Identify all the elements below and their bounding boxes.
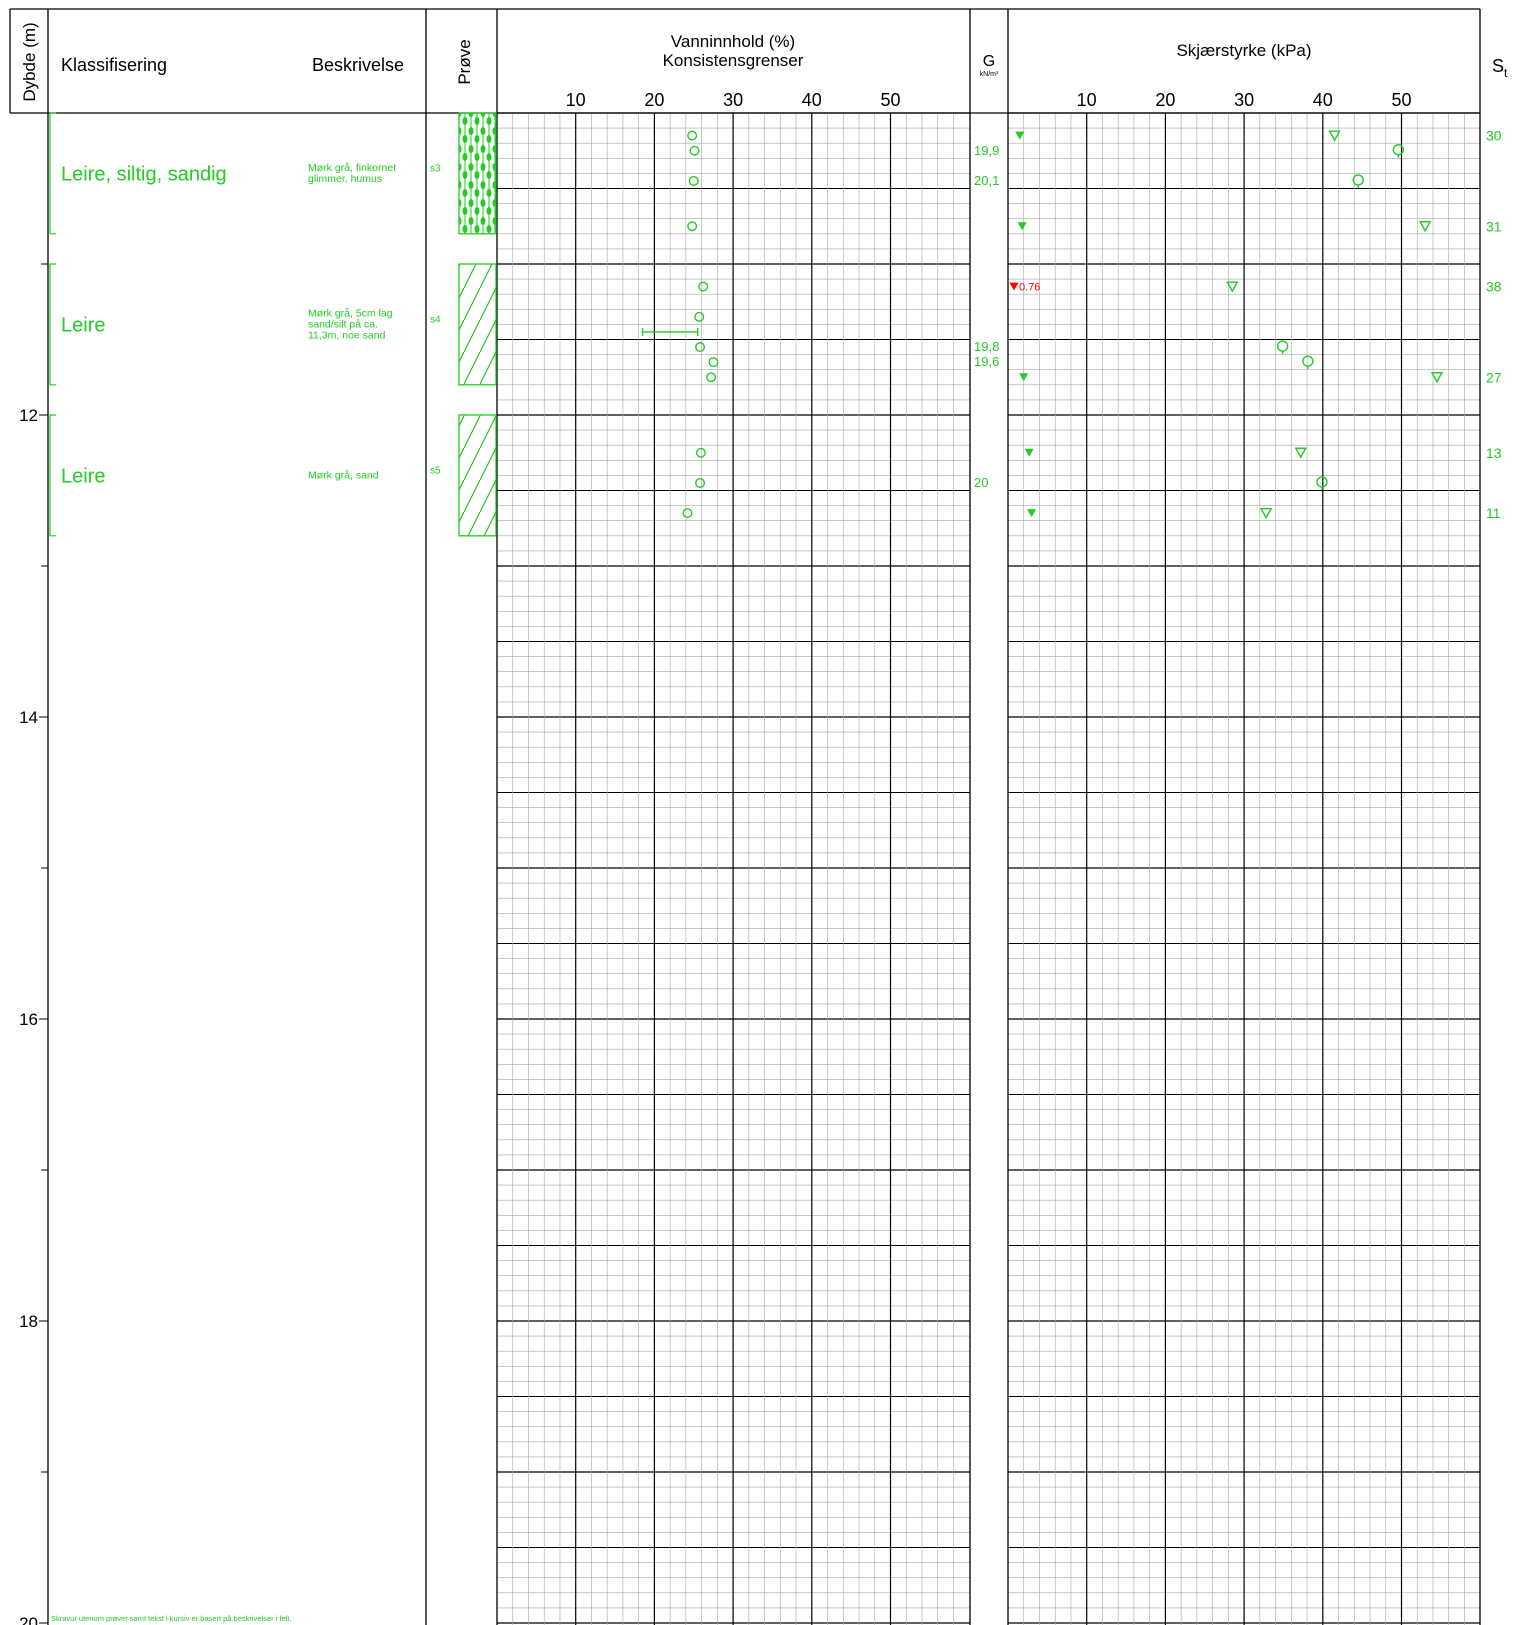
sample-column: s3 s4 s5 [430,112,497,537]
layer-description: 11,3m, noe sand [308,329,386,341]
water-content-point [708,357,719,368]
water-tick-label: 50 [880,90,900,110]
sample-header: Prøve [455,39,474,84]
remolded-shear-label: 0.76 [1019,282,1040,294]
unit-weight-value: 19,8 [974,339,999,354]
unconfined-shear-point [1352,174,1364,186]
unit-weight-value: 19,9 [974,143,999,158]
undisturbed-shear-point [1226,281,1239,293]
sample-label: s3 [430,163,441,174]
unit-weight-value: 20 [974,475,988,490]
unit-weight-symbol: G [983,53,995,70]
sample-box [458,263,497,386]
water-content-point [682,508,693,519]
layer-description: Mørk grå, sand [308,469,379,481]
undisturbed-shear-point [1418,221,1432,233]
shear-strength-title: Skjærstyrke (kPa) [1176,41,1311,60]
water-axis-ticks: 10 20 30 40 50 [566,90,901,110]
shear-axis-ticks: 10 20 30 40 50 [1077,90,1412,110]
sensitivity-value: 27 [1486,369,1502,385]
footnote: Skravur utenom prøver samt tekst i kursi… [51,1614,292,1623]
depth-label: 16 [19,1010,38,1029]
remolded-shear-point [1027,509,1037,518]
unit-weight-value: 19,6 [974,354,999,369]
column-frame [9,8,1481,1625]
unconfined-shear-point [1316,476,1328,488]
layer-name: Leire [61,314,105,336]
water-tick-label: 30 [723,90,743,110]
water-tick-label: 20 [644,90,664,110]
unconfined-shear-point [1302,355,1314,367]
undisturbed-shear-point [1430,372,1444,384]
water-content-point [695,477,706,488]
remolded-shear-point [1019,373,1029,382]
sensitivity-subscript: t [1504,66,1508,80]
water-content-point [698,281,709,292]
water-content-point [689,145,700,156]
water-tick-label: 40 [802,90,822,110]
layer-description: glimmer, humus [308,173,382,185]
sample-box [458,414,497,537]
depth-label: 12 [19,406,38,425]
depth-axis: 12 14 16 18 20 [19,263,48,1625]
soil-layers: Leire, siltig, sandig Mørk grå, finkornet… [49,112,396,537]
shear-tick-label: 40 [1313,90,1333,110]
depth-label: 20 [19,1614,38,1625]
water-content-point [694,311,705,322]
shear-tick-label: 10 [1077,90,1097,110]
water-content-point [695,447,706,458]
sensitivity-letter: S [1492,56,1504,76]
remolded-shear-point [1009,282,1019,291]
depth-header: Dybde (m) [20,22,39,101]
water-tick-label: 10 [566,90,586,110]
geotechnical-log: Dybde (m) Klassifisering Beskrivelse Prø… [9,8,1508,1625]
water-content-point [688,175,699,186]
undisturbed-shear-point [1294,447,1307,459]
water-content-point [687,221,698,232]
sample-box [458,112,497,235]
unit-weight-unit: kN/m³ [980,71,999,78]
sample-label: s4 [430,314,441,325]
shear-strength-grid [1008,112,1480,1625]
classification-header: Klassifisering [61,55,167,75]
shear-tick-label: 30 [1234,90,1254,110]
water-content-point [687,130,698,141]
depth-label: 14 [19,708,38,727]
shear-tick-label: 20 [1155,90,1175,110]
sample-label: s5 [430,465,441,476]
shear-tick-label: 50 [1391,90,1411,110]
sensitivity-value: 11 [1486,505,1501,521]
unit-weight-value: 20,1 [974,173,999,188]
water-content-grid [497,112,970,1625]
layer-name: Leire, siltig, sandig [61,163,227,185]
sensitivity-value: 38 [1486,279,1502,295]
consistency-limits-title: Konsistensgrenser [663,51,804,70]
sensitivity-symbol: St [1492,56,1508,80]
sensitivity-value: 13 [1486,445,1502,461]
sensitivity-value: 31 [1486,218,1502,234]
undisturbed-shear-point [1259,507,1273,520]
undisturbed-shear-point [1328,130,1341,142]
sensitivity-value: 30 [1486,128,1502,144]
layer-bracket [49,414,56,537]
layer-name: Leire [61,465,105,487]
remolded-shear-point [1015,131,1025,140]
water-content-point [695,342,706,353]
water-content-title: Vanninnhold (%) [671,32,795,51]
layer-bracket [49,263,56,386]
description-header: Beskrivelse [312,55,404,75]
depth-label: 18 [19,1312,38,1331]
water-content-point [706,372,717,383]
layer-bracket [49,112,56,235]
unconfined-shear-point [1276,340,1289,352]
remolded-shear-point [1024,448,1034,457]
remolded-shear-point [1017,222,1027,231]
